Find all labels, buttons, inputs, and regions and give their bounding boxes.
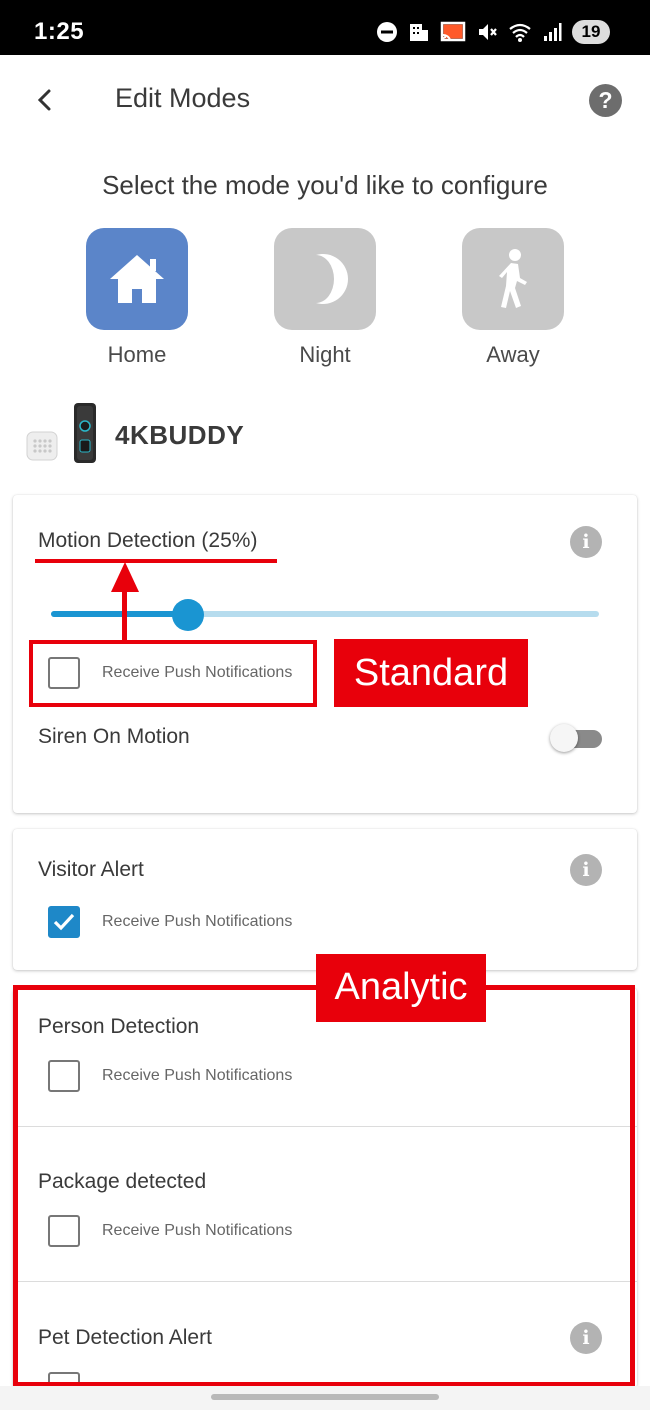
mode-night-label: Night (299, 342, 351, 367)
visitor-alert-title: Visitor Alert (38, 858, 144, 881)
cast-icon (440, 21, 466, 42)
status-bar: 1:25 19 (0, 0, 650, 55)
wifi-icon (509, 23, 531, 42)
house-icon (110, 255, 164, 303)
mode-night-tile[interactable] (274, 228, 376, 330)
status-time: 1:25 (34, 18, 85, 45)
moon-icon (316, 254, 348, 304)
annotation-standard-label: Standard (334, 639, 528, 707)
app-notification-icon (410, 24, 428, 41)
base-station-icon (26, 431, 58, 461)
mode-selector-title: Select the mode you'd like to configure (102, 170, 548, 200)
visitor-push-checkbox[interactable] (48, 906, 80, 938)
mode-night-button[interactable]: Night (274, 228, 376, 368)
mode-home-tile[interactable] (86, 228, 188, 330)
mute-icon (479, 24, 497, 40)
siren-on-motion-toggle[interactable] (550, 723, 602, 753)
push-notifications-label: Receive Push Notifications (102, 913, 293, 930)
annotation-analytic-box (13, 985, 635, 1387)
visitor-push-row[interactable]: Receive Push Notifications (48, 906, 292, 938)
doorbell-camera-icon (74, 403, 96, 463)
device-name: 4KBUDDY (115, 420, 245, 450)
info-icon[interactable]: i (570, 526, 602, 558)
home-indicator[interactable] (211, 1394, 439, 1400)
back-button[interactable] (30, 85, 60, 115)
device-row: 4KBUDDY (25, 400, 625, 466)
siren-on-motion-label: Siren On Motion (38, 725, 190, 748)
mode-away-label: Away (486, 342, 540, 367)
toggle-thumb (550, 724, 578, 752)
annotation-standard-box (29, 640, 317, 707)
slider-thumb[interactable] (172, 599, 204, 631)
mode-home-label: Home (107, 342, 167, 367)
mode-away-tile[interactable] (462, 228, 564, 330)
checkmark-icon (53, 913, 75, 931)
motion-detection-title: Motion Detection (25%) (38, 529, 258, 552)
mode-away-button[interactable]: Away (462, 228, 564, 368)
annotation-arrow-shaft (122, 588, 127, 642)
status-icons: 19 (376, 20, 610, 44)
signal-icon (544, 23, 562, 41)
motion-sensitivity-slider[interactable] (51, 599, 599, 631)
page-title: Edit Modes (115, 83, 251, 113)
info-icon[interactable]: i (570, 854, 602, 886)
walking-person-icon (499, 249, 527, 308)
chevron-left-icon (37, 89, 51, 111)
do-not-disturb-icon (377, 22, 397, 42)
mode-home-button[interactable]: Home (86, 228, 188, 368)
slider-fill (51, 611, 188, 617)
battery-indicator: 19 (572, 20, 610, 44)
annotation-underline (35, 559, 277, 563)
app-header: Edit Modes ? (0, 55, 650, 145)
annotation-arrow-head-icon (111, 562, 139, 592)
help-button[interactable]: ? (589, 84, 622, 117)
annotation-analytic-label: Analytic (316, 954, 486, 1022)
visitor-alert-card: Visitor Alert i Receive Push Notificatio… (13, 829, 637, 970)
